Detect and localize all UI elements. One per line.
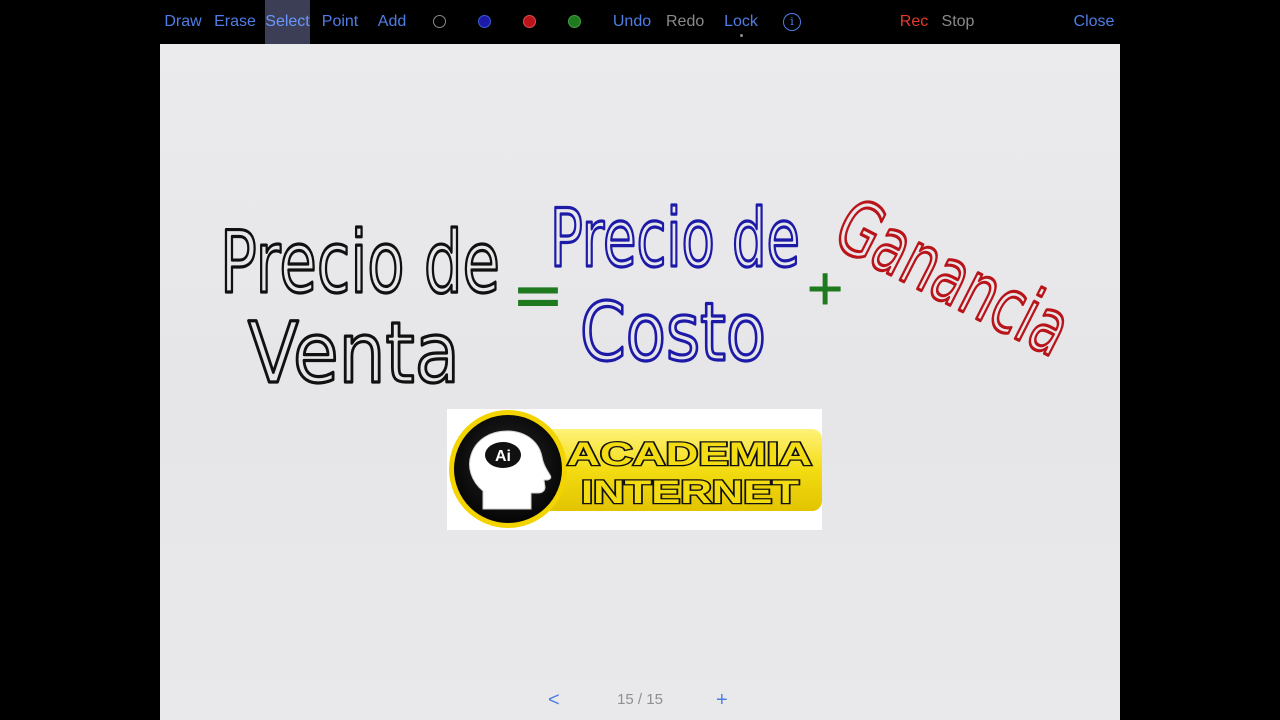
draw-button[interactable]: Draw [160, 0, 206, 44]
logo-graphic: Ai ACADEMIA INTERNET [449, 410, 822, 528]
middle-term: Precio de Costo [548, 190, 801, 380]
lock-button[interactable]: Lock [723, 0, 759, 44]
color-blue-swatch[interactable] [478, 15, 491, 28]
page-navigator: < 15 / 15 + [160, 688, 1120, 712]
logo-badge-text: Ai [495, 448, 511, 465]
add-page-button[interactable]: + [716, 688, 728, 712]
handwriting-layer: Precio de Venta = Precio de Costo + Gana… [218, 179, 1086, 403]
toolbar: Draw Erase Select Point Add Undo Redo Lo… [160, 0, 1120, 44]
handwritten-ganancia: Ganancia [822, 181, 1085, 374]
handwritten-costo: Costo [580, 286, 766, 379]
lock-indicator [740, 34, 743, 37]
handwritten-precio-de-middle: Precio de [550, 192, 800, 285]
drawing-canvas[interactable]: Precio de Venta = Precio de Costo + Gana… [160, 44, 1120, 720]
redo-button[interactable]: Redo [666, 0, 704, 44]
color-green-swatch[interactable] [568, 15, 581, 28]
point-button[interactable]: Point [320, 0, 360, 44]
left-term: Precio de Venta [218, 211, 501, 403]
page-counter: 15 / 15 [617, 691, 663, 708]
undo-button[interactable]: Undo [612, 0, 652, 44]
handwritten-venta: Venta [248, 304, 460, 402]
stop-button[interactable]: Stop [941, 0, 975, 44]
logo-internet-text: INTERNET [581, 474, 800, 510]
logo-academia-text: ACADEMIA [567, 436, 812, 472]
erase-button[interactable]: Erase [214, 0, 256, 44]
color-red-swatch[interactable] [523, 15, 536, 28]
info-icon[interactable]: i [783, 13, 801, 31]
color-black-swatch[interactable] [433, 15, 446, 28]
logo-badge: Ai [485, 442, 521, 468]
previous-page-button[interactable]: < [548, 688, 560, 712]
handwritten-precio-de-left: Precio de [220, 213, 500, 313]
select-button[interactable]: Select [265, 0, 310, 44]
record-button[interactable]: Rec [899, 0, 929, 44]
add-button[interactable]: Add [374, 0, 410, 44]
academia-internet-logo: Ai ACADEMIA INTERNET [447, 409, 822, 530]
close-button[interactable]: Close [1073, 0, 1115, 44]
whiteboard-app: Draw Erase Select Point Add Undo Redo Lo… [0, 0, 1280, 720]
